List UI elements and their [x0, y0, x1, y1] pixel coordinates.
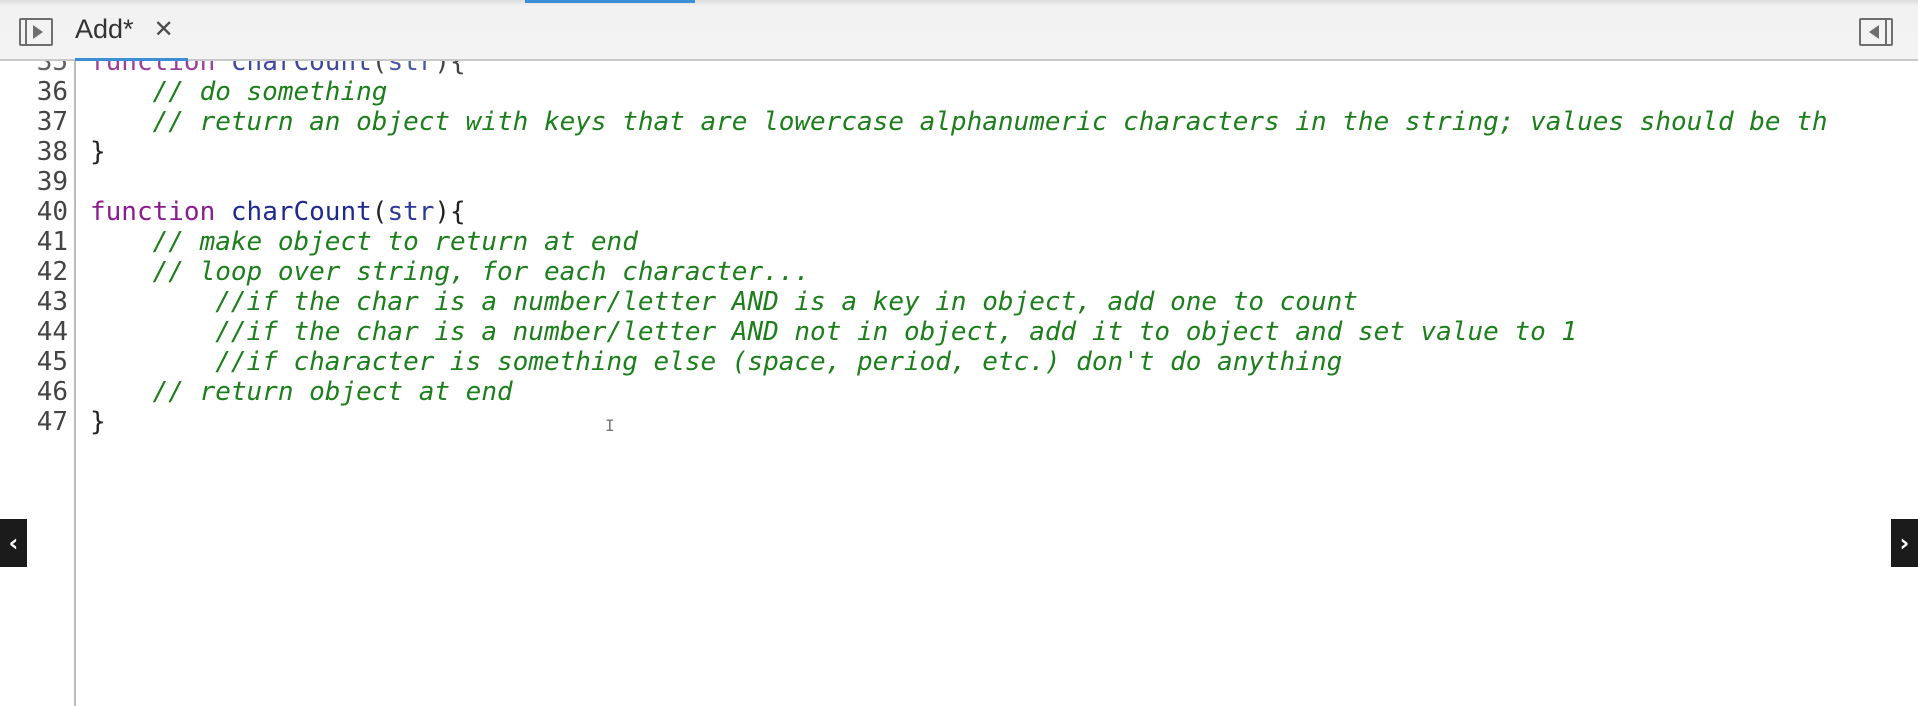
code-token: ){ — [434, 197, 466, 227]
text-cursor-icon: I — [605, 416, 615, 435]
code-line[interactable]: 42 // loop over string, for each charact… — [0, 257, 1918, 287]
code-text: //if the char is a number/letter AND is … — [90, 287, 1358, 317]
tab-bar-accent — [525, 0, 695, 3]
code-text: //if character is something else (space,… — [90, 347, 1342, 377]
code-token: // do something — [90, 77, 388, 107]
code-text: // return object at end — [90, 377, 513, 407]
code-line[interactable]: 44 //if the char is a number/letter AND … — [0, 317, 1918, 347]
code-token: //if the char is a number/letter AND is … — [90, 287, 1358, 317]
line-number: 40 — [36, 197, 68, 227]
line-number: 44 — [36, 317, 68, 347]
code-text: function charCount(str){ — [90, 61, 466, 77]
sidebar-toggle-right-icon[interactable] — [1859, 18, 1893, 46]
code-text: //if the char is a number/letter AND not… — [90, 317, 1577, 347]
code-lines[interactable]: 35 function charCount(str){36 // do somet… — [0, 61, 1918, 437]
code-token: ){ — [434, 61, 466, 77]
code-line[interactable]: 46 // return object at end — [0, 377, 1918, 407]
code-line[interactable]: 40 function charCount(str){ — [0, 197, 1918, 227]
code-text: } — [90, 407, 106, 437]
code-token: function — [90, 197, 231, 227]
code-text: // make object to return at end — [90, 227, 638, 257]
code-token: // make object to return at end — [90, 227, 638, 257]
code-text: } — [90, 137, 106, 167]
code-line[interactable]: 37 // return an object with keys that ar… — [0, 107, 1918, 137]
code-token: ( — [371, 197, 388, 227]
code-text: function charCount(str){ — [90, 197, 466, 227]
tab-title: Add* — [75, 13, 134, 44]
line-number: 39 — [36, 167, 68, 197]
line-number: 41 — [36, 227, 68, 257]
code-line[interactable]: 47} — [0, 407, 1918, 437]
chevron-right-icon[interactable]: › — [1891, 519, 1918, 567]
line-number: 45 — [36, 347, 68, 377]
line-number: 42 — [36, 257, 68, 287]
line-number: 38 — [36, 137, 68, 167]
code-token: } — [90, 407, 106, 437]
code-line[interactable]: 35 function charCount(str){ — [0, 61, 1918, 77]
code-text: // do something — [90, 77, 388, 107]
sidebar-toggle-left-icon[interactable] — [19, 18, 53, 46]
code-token: str — [387, 197, 435, 227]
line-number: 46 — [36, 377, 68, 407]
code-token: str — [387, 61, 435, 77]
chevron-left-icon[interactable]: ‹ — [0, 519, 27, 567]
code-editor[interactable]: 35 function charCount(str){36 // do somet… — [0, 61, 1918, 706]
code-text: // return an object with keys that are l… — [90, 107, 1828, 137]
code-token: //if character is something else (space,… — [90, 347, 1343, 377]
code-text: // loop over string, for each character.… — [90, 257, 810, 287]
code-line[interactable]: 36 // do something — [0, 77, 1918, 107]
code-editor-window: Add* ✕ 35 function charCount(str){36 // d… — [0, 0, 1918, 706]
code-token: // return object at end — [90, 377, 513, 407]
code-token: charCount — [230, 197, 372, 227]
code-line[interactable]: 45 //if character is something else (spa… — [0, 347, 1918, 377]
tab-add[interactable]: Add* ✕ — [75, 0, 188, 61]
code-line[interactable]: 39 — [0, 167, 1918, 197]
line-number: 47 — [36, 407, 68, 437]
code-token: ( — [371, 61, 388, 77]
line-number: 37 — [36, 107, 68, 137]
code-line[interactable]: 41 // make object to return at end — [0, 227, 1918, 257]
line-number: 36 — [36, 77, 68, 107]
code-token: function — [90, 61, 231, 77]
code-token: charCount — [230, 61, 372, 77]
code-line[interactable]: 43 //if the char is a number/letter AND … — [0, 287, 1918, 317]
line-number: 35 — [36, 61, 68, 77]
code-token: //if the char is a number/letter AND not… — [90, 317, 1578, 347]
code-token: // return an object with keys that are l… — [90, 107, 1828, 137]
tab-bar: Add* ✕ — [0, 0, 1918, 61]
close-icon[interactable]: ✕ — [154, 17, 174, 41]
line-number: 43 — [36, 287, 68, 317]
code-token: // loop over string, for each character.… — [90, 257, 811, 287]
code-line[interactable]: 38} — [0, 137, 1918, 167]
code-token: } — [90, 137, 106, 167]
